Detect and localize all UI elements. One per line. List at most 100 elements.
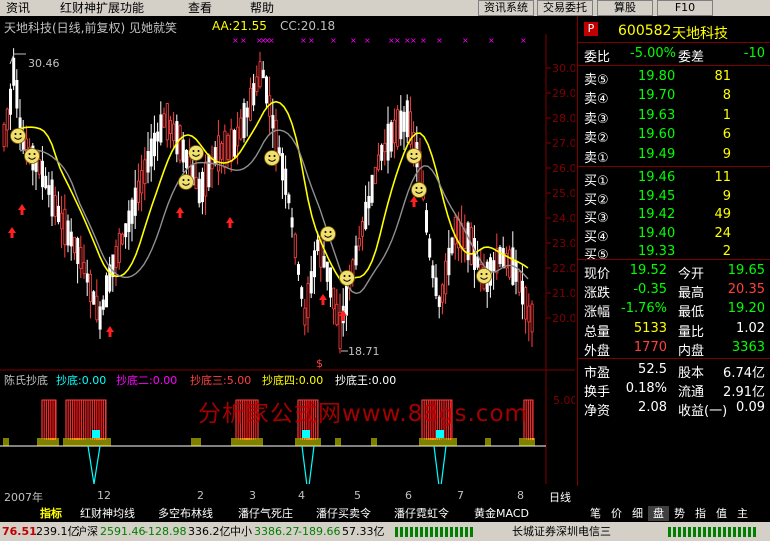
broker-name: 长城证券深圳电信三 bbox=[512, 525, 611, 538]
fund-label: 股本 bbox=[678, 366, 705, 381]
y-tick-label: 26.00 bbox=[552, 162, 575, 175]
tab-value[interactable]: 值 bbox=[711, 506, 732, 521]
tab-qisizhuang[interactable]: 潘仔气死庄 bbox=[238, 506, 306, 521]
candle-body bbox=[524, 287, 528, 320]
ask-volume: 6 bbox=[722, 127, 731, 143]
top-signal-mark: × bbox=[308, 36, 315, 45]
tab-gold-macd[interactable]: 黄金MACD bbox=[474, 506, 540, 521]
menu-item-news[interactable]: 资讯 bbox=[6, 0, 30, 16]
period-label[interactable]: 日线 bbox=[549, 489, 571, 505]
candle-body bbox=[360, 221, 364, 237]
candle-body bbox=[197, 178, 201, 204]
ask-label: 卖④ bbox=[584, 92, 609, 108]
stat-row: 现价 19.52 今开 19.65 bbox=[578, 262, 770, 282]
tab-nihongling[interactable]: 潘仔霓虹令 bbox=[394, 506, 462, 521]
candle-body bbox=[53, 195, 57, 217]
candle-body bbox=[476, 256, 480, 268]
top-signal-mark: × bbox=[488, 36, 495, 45]
candle-body bbox=[245, 107, 249, 118]
tab-book[interactable]: 盘 bbox=[648, 506, 669, 521]
tab-price[interactable]: 价 bbox=[606, 506, 627, 521]
candle-body bbox=[424, 210, 428, 233]
up-arrow-icon bbox=[410, 196, 418, 207]
tab-detail[interactable]: 细 bbox=[627, 506, 648, 521]
fund-label: 市盈 bbox=[584, 366, 611, 381]
candle-body bbox=[226, 134, 230, 160]
indicator-item-1: 抄底:0.00 bbox=[56, 374, 107, 387]
stat-label: 量比 bbox=[678, 324, 705, 340]
news-system-button[interactable]: 资讯系统 bbox=[478, 0, 534, 16]
bid-price: 19.42 bbox=[638, 207, 676, 223]
y-tick-label: 25.00 bbox=[552, 187, 575, 200]
tab-indicator[interactable]: 指标 bbox=[40, 506, 66, 521]
trade-order-button[interactable]: 交易委托 bbox=[537, 0, 593, 16]
aa-label: AA:21.55 bbox=[212, 19, 267, 33]
stat-value: 1770 bbox=[633, 339, 667, 355]
signal-block-cyan bbox=[302, 430, 310, 438]
tab-trades[interactable]: 笔 bbox=[585, 506, 606, 521]
fund-label: 换手 bbox=[584, 385, 611, 401]
tab-main[interactable]: 主 bbox=[732, 506, 753, 521]
indicator-item-5: 抄底王:0.00 bbox=[335, 374, 397, 387]
candle-body bbox=[152, 132, 156, 157]
candle-body bbox=[8, 88, 12, 115]
candle-body bbox=[293, 233, 297, 259]
candle-body bbox=[274, 119, 278, 154]
candle-body bbox=[261, 69, 265, 79]
candle-body bbox=[207, 154, 211, 188]
stock-calc-button[interactable]: 算股 bbox=[597, 0, 653, 16]
up-arrow-icon bbox=[226, 217, 234, 228]
candle-body bbox=[306, 283, 310, 319]
smiley-icon bbox=[406, 148, 422, 164]
up-arrow-icon bbox=[106, 326, 114, 337]
fund-row: 换手 0.18% 流通 2.91亿 bbox=[578, 380, 770, 401]
stat-value: 5133 bbox=[633, 320, 667, 336]
tab-hcs-ma[interactable]: 红财神均线 bbox=[80, 506, 148, 521]
tab-trend[interactable]: 势 bbox=[669, 506, 690, 521]
fund-value: 0.09 bbox=[736, 400, 765, 416]
menu-item-view[interactable]: 查看 bbox=[188, 0, 212, 16]
ask-price: 19.70 bbox=[638, 88, 676, 104]
stat-label: 外盘 bbox=[584, 343, 611, 359]
weibi-row: 委比 -5.00% 委差 -10 bbox=[578, 45, 770, 65]
candle-body bbox=[322, 256, 326, 268]
candle-body bbox=[255, 76, 259, 93]
bid-row: 买② 19.45 9 bbox=[578, 188, 770, 208]
tab-maimailing[interactable]: 潘仔买卖令 bbox=[316, 506, 384, 521]
stock-name: 天地科技 bbox=[672, 26, 728, 42]
candle-body bbox=[41, 160, 45, 188]
top-signal-mark: × bbox=[520, 36, 527, 45]
x-label: 7 bbox=[457, 489, 464, 502]
tab-index[interactable]: 指 bbox=[690, 506, 711, 521]
menu-item-help[interactable]: 帮助 bbox=[250, 0, 274, 16]
candle-body bbox=[89, 273, 93, 303]
candle-body bbox=[73, 236, 77, 254]
candle-body bbox=[216, 135, 220, 172]
candle-body bbox=[121, 233, 125, 245]
candle-body bbox=[79, 247, 83, 269]
candle-body bbox=[514, 260, 518, 282]
up-arrow-icon bbox=[319, 294, 327, 305]
ask-price: 19.80 bbox=[638, 69, 676, 84]
status-zx-value: 3386.27 bbox=[254, 525, 300, 538]
signal-dip-cyan bbox=[433, 445, 447, 484]
candle-body bbox=[258, 61, 262, 88]
menu-item-extensions[interactable]: 红财神扩展功能 bbox=[60, 0, 144, 16]
candle-body bbox=[242, 103, 246, 138]
fund-value: 0.18% bbox=[625, 381, 667, 397]
top-signal-mark: × bbox=[300, 36, 307, 45]
indicator-item-4: 抄底四:0.00 bbox=[262, 374, 324, 387]
f10-button[interactable]: F10 bbox=[657, 0, 713, 16]
up-arrow-icon bbox=[18, 204, 26, 215]
bid-label: 买④ bbox=[584, 229, 609, 245]
candle-body bbox=[431, 265, 435, 279]
tab-boll[interactable]: 多空布林线 bbox=[158, 506, 226, 521]
candle-body bbox=[428, 238, 432, 258]
candle-body bbox=[168, 120, 172, 134]
candle-body bbox=[344, 281, 348, 316]
candle-body bbox=[95, 295, 99, 321]
ask-row: 卖⑤ 19.80 81 bbox=[578, 68, 770, 88]
fund-value: 2.91亿 bbox=[723, 385, 765, 401]
buy-signal-markers bbox=[8, 128, 492, 337]
quote-header: P 600582 天地科技 bbox=[578, 20, 770, 42]
